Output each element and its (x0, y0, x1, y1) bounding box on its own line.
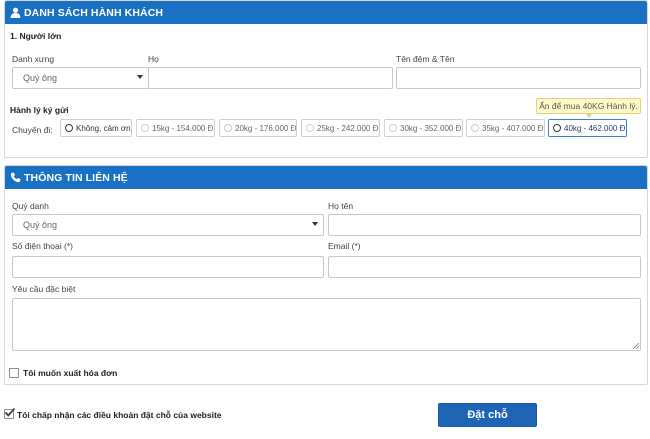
baggage-option-label: 40kg - 462.000 Đ (564, 123, 626, 133)
radio-icon (141, 124, 149, 132)
baggage-option-label: 20kg - 176.000 Đ (235, 123, 297, 133)
user-icon (9, 7, 21, 19)
special-request-textarea[interactable] (12, 298, 641, 351)
radio-icon (65, 124, 73, 132)
salutation-label: Quý danh (12, 201, 49, 211)
invoice-label: Tôi muốn xuất hóa đơn (23, 368, 118, 378)
baggage-option-label: Không, cảm ơn (76, 123, 131, 133)
passenger-panel: DANH SÁCH HÀNH KHÁCH 1. Người lớn Danh x… (4, 0, 648, 158)
contact-panel-header: THÔNG TIN LIÊN HỆ (5, 166, 647, 189)
first-name-label: Tên đệm & Tên (396, 54, 455, 64)
first-name-field[interactable] (396, 67, 641, 89)
last-name-field[interactable] (148, 67, 393, 89)
contact-panel-title: THÔNG TIN LIÊN HỆ (24, 171, 128, 184)
resize-handle-icon[interactable] (633, 343, 639, 349)
title-label: Danh xưng (12, 54, 55, 64)
baggage-option-40kg[interactable]: 40kg - 462.000 Đ (548, 119, 627, 137)
chevron-down-icon (137, 75, 143, 79)
baggage-heading: Hành lý ký gửi (10, 105, 69, 115)
adult-heading: 1. Người lớn (10, 31, 62, 41)
email-label: Email (*) (328, 241, 361, 251)
baggage-options: Không, cảm ơn 15kg - 154.000 Đ 20kg - 17… (5, 119, 645, 139)
baggage-option-label: 30kg - 352.000 Đ (400, 123, 462, 133)
passenger-panel-header: DANH SÁCH HÀNH KHÁCH (5, 1, 647, 24)
terms-label: Tôi chấp nhận các điều khoản đặt chỗ của… (17, 410, 222, 420)
baggage-option-15kg[interactable]: 15kg - 154.000 Đ (136, 119, 215, 137)
baggage-option-label: 35kg - 407.000 Đ (482, 123, 544, 133)
baggage-option-label: 15kg - 154.000 Đ (152, 123, 214, 133)
radio-icon (224, 124, 232, 132)
baggage-option-label: 25kg - 242.000 Đ (317, 123, 379, 133)
baggage-option-35kg[interactable]: 35kg - 407.000 Đ (466, 119, 545, 137)
email-field[interactable] (328, 256, 641, 278)
check-icon (4, 407, 15, 417)
radio-icon (553, 124, 561, 132)
contact-panel: THÔNG TIN LIÊN HỆ Quý danh Quý ông Họ tê… (4, 165, 648, 385)
salutation-select-value: Quý ông (23, 220, 58, 230)
invoice-checkbox[interactable] (9, 368, 19, 378)
title-select[interactable]: Quý ông (12, 67, 149, 89)
baggage-option-20kg[interactable]: 20kg - 176.000 Đ (219, 119, 297, 137)
title-select-value: Quý ông (23, 73, 58, 83)
fullname-field[interactable] (328, 214, 641, 236)
passenger-panel-title: DANH SÁCH HÀNH KHÁCH (24, 6, 164, 19)
book-button[interactable]: Đặt chỗ (438, 403, 537, 427)
phone-icon (9, 172, 21, 184)
baggage-option-none[interactable]: Không, cảm ơn (60, 119, 132, 137)
phone-label: Số điện thoại (*) (12, 241, 73, 251)
baggage-tooltip: Ấn để mua 40KG Hành lý. (536, 98, 641, 118)
chevron-down-icon (312, 222, 318, 226)
phone-field[interactable] (12, 256, 324, 278)
terms-checkbox[interactable] (4, 407, 15, 419)
radio-icon (306, 124, 314, 132)
baggage-option-25kg[interactable]: 25kg - 242.000 Đ (301, 119, 380, 137)
radio-icon (471, 124, 479, 132)
salutation-select[interactable]: Quý ông (12, 214, 324, 236)
radio-icon (389, 124, 397, 132)
baggage-option-30kg[interactable]: 30kg - 352.000 Đ (384, 119, 463, 137)
fullname-label: Họ tên (328, 201, 354, 211)
last-name-label: Họ (148, 54, 159, 64)
special-request-label: Yêu cầu đặc biệt (12, 284, 76, 294)
